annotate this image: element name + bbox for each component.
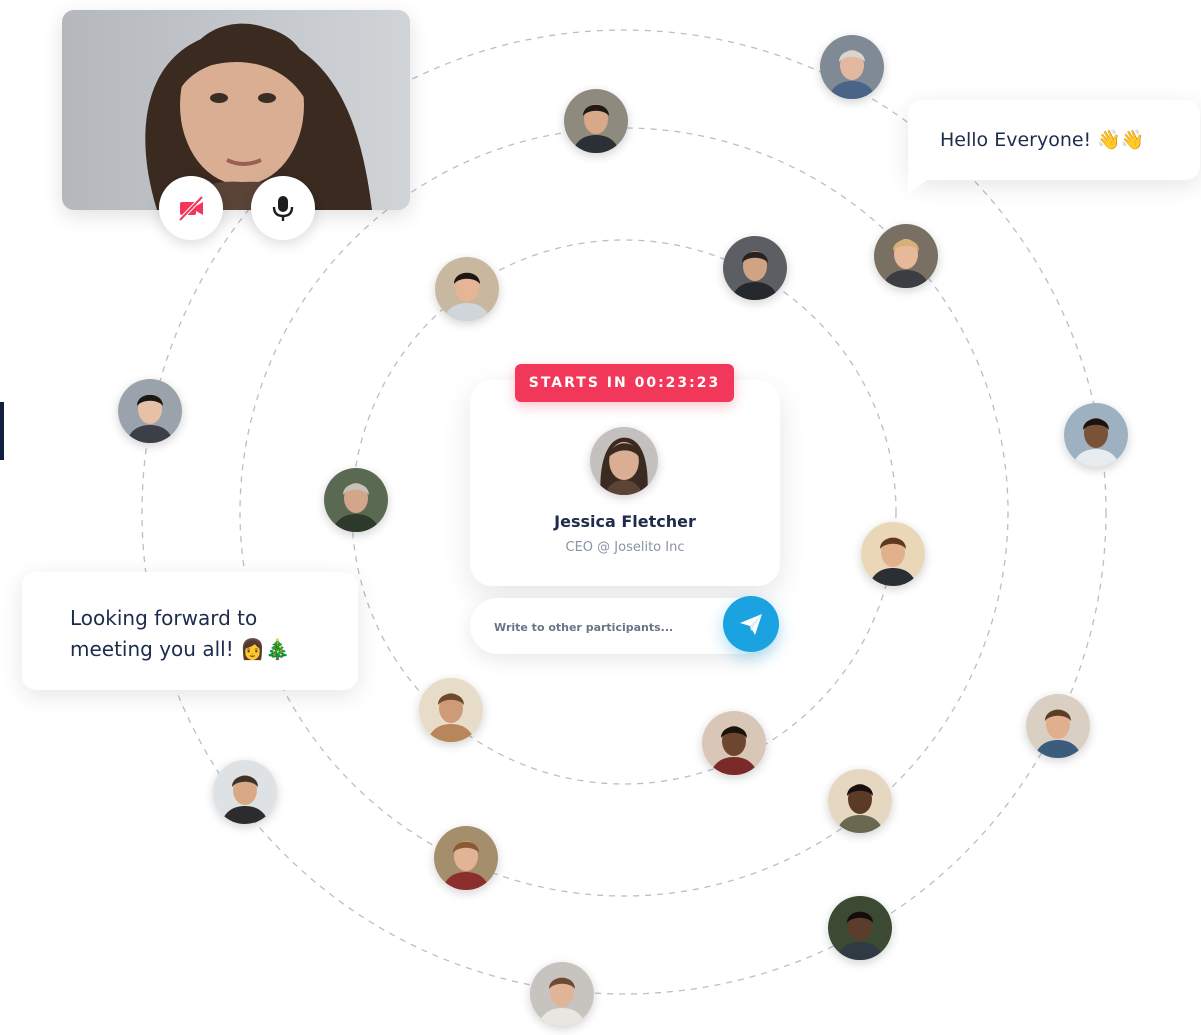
participant-portrait	[434, 826, 498, 890]
camera-toggle-button[interactable]	[159, 176, 223, 240]
chat-bubble-looking-forward: Looking forward to meeting you all! 👩‍🎄	[22, 572, 358, 690]
microphone-toggle-button[interactable]	[251, 176, 315, 240]
participant-avatar[interactable]	[828, 769, 892, 833]
participant-avatar[interactable]	[874, 224, 938, 288]
participant-portrait	[564, 89, 628, 153]
chat-bubble-hello: Hello Everyone! 👋👋	[908, 100, 1200, 194]
countdown-badge: STARTS IN 00:23:23	[515, 364, 734, 402]
participant-portrait	[1026, 694, 1090, 758]
participant-portrait	[324, 468, 388, 532]
participant-portrait	[702, 711, 766, 775]
paper-plane-icon	[740, 614, 762, 635]
participant-avatar[interactable]	[213, 760, 277, 824]
participant-portrait	[118, 379, 182, 443]
participant-portrait	[1064, 403, 1128, 467]
chat-bubble-line-1: Looking forward to	[70, 606, 258, 630]
host-portrait	[590, 427, 658, 495]
participant-avatar[interactable]	[324, 468, 388, 532]
participant-portrait	[723, 236, 787, 300]
participant-avatar[interactable]	[861, 522, 925, 586]
participant-portrait	[419, 678, 483, 742]
participant-avatar[interactable]	[1026, 694, 1090, 758]
participant-portrait	[828, 769, 892, 833]
participant-portrait	[874, 224, 938, 288]
microphone-icon	[272, 196, 294, 221]
chat-bubble-text: Hello Everyone! 👋👋	[940, 129, 1145, 151]
participant-portrait	[530, 962, 594, 1026]
participant-avatar[interactable]	[828, 896, 892, 960]
participant-avatar[interactable]	[434, 826, 498, 890]
edge-marker	[0, 402, 4, 460]
participant-avatar[interactable]	[1064, 403, 1128, 467]
participant-avatar[interactable]	[118, 379, 182, 443]
participant-avatar[interactable]	[820, 35, 884, 99]
send-message-button[interactable]	[723, 596, 779, 652]
video-portrait	[62, 10, 410, 210]
participant-portrait	[820, 35, 884, 99]
participant-avatar[interactable]	[419, 678, 483, 742]
participant-portrait	[435, 257, 499, 321]
chat-bubble-text: Looking forward to meeting you all! 👩‍🎄	[70, 603, 290, 665]
host-avatar	[590, 427, 658, 495]
participant-portrait	[861, 522, 925, 586]
participant-portrait	[828, 896, 892, 960]
host-name: Jessica Fletcher	[554, 512, 696, 531]
participant-avatar[interactable]	[702, 711, 766, 775]
chat-message-input[interactable]	[492, 614, 716, 640]
camera-off-icon	[178, 195, 204, 222]
chat-bubble-line-2: meeting you all! 👩‍🎄	[70, 637, 290, 661]
participant-avatar[interactable]	[435, 257, 499, 321]
bubble-tail	[908, 172, 938, 194]
participant-avatar[interactable]	[723, 236, 787, 300]
participant-avatar[interactable]	[530, 962, 594, 1026]
self-video-preview[interactable]	[62, 10, 410, 210]
host-role: CEO @ Joselito Inc	[565, 540, 685, 555]
participant-avatar[interactable]	[564, 89, 628, 153]
participant-portrait	[213, 760, 277, 824]
